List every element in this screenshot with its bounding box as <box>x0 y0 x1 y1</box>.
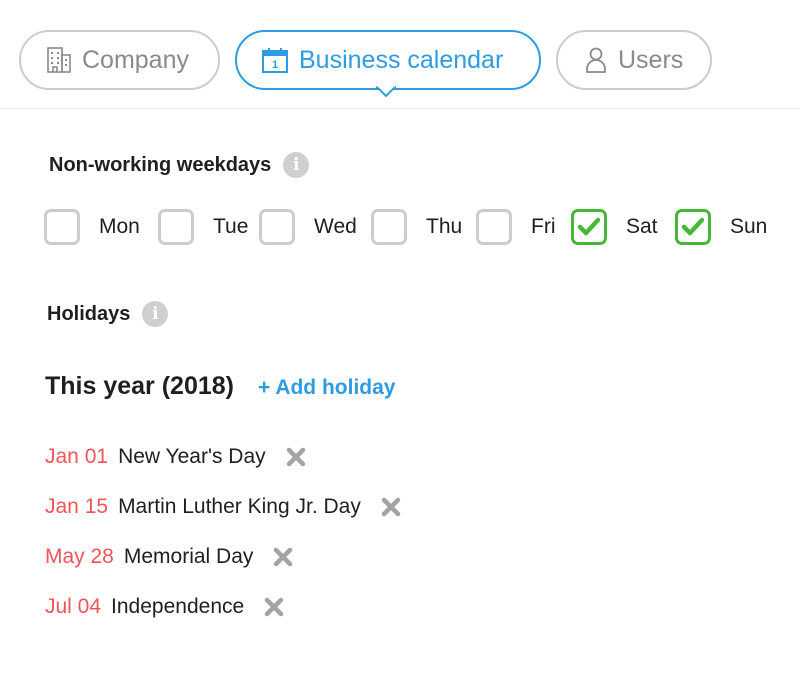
active-tab-pointer <box>376 86 396 98</box>
weekday-wed[interactable]: Wed <box>259 207 357 247</box>
weekday-mon[interactable]: Mon <box>44 207 140 247</box>
holiday-date: Jan 15 <box>45 495 109 518</box>
checkbox[interactable] <box>158 209 194 245</box>
calendar-icon-day: 1 <box>272 59 278 71</box>
holidays-section-title: Holidays i <box>47 301 169 327</box>
year-title: This year (2018) <box>45 372 234 400</box>
weekdays-section-title: Non-working weekdays i <box>49 152 310 178</box>
weekday-thu[interactable]: Thu <box>371 207 462 247</box>
holiday-name: Memorial Day <box>123 545 254 568</box>
checkmark-icon <box>681 217 705 236</box>
holiday-item: Jul 04 Independence <box>45 582 401 632</box>
tab-company[interactable]: Company <box>19 30 220 90</box>
delete-icon[interactable] <box>381 497 401 517</box>
delete-icon[interactable] <box>264 597 284 617</box>
info-icon[interactable]: i <box>142 301 169 327</box>
tab-bar: Company 1 Business calendar Users <box>0 0 800 108</box>
holiday-date: Jul 04 <box>45 595 102 618</box>
holiday-item: Jan 01 New Year's Day <box>45 432 401 482</box>
checkbox-checked[interactable] <box>675 209 711 245</box>
checkbox[interactable] <box>371 209 407 245</box>
holiday-date: May 28 <box>45 545 114 568</box>
building-icon <box>46 46 72 74</box>
weekday-label: Fri <box>531 215 556 238</box>
weekday-tue[interactable]: Tue <box>158 207 248 247</box>
holiday-date: Jan 01 <box>45 445 109 468</box>
year-header: This year (2018) + Add holiday <box>45 372 395 401</box>
holiday-name: Martin Luther King Jr. Day <box>118 495 361 518</box>
holiday-item: May 28 Memorial Day <box>45 532 401 582</box>
holidays-title-text: Holidays <box>47 302 131 325</box>
weekday-label: Sat <box>626 215 658 238</box>
user-icon <box>584 46 608 74</box>
tab-users[interactable]: Users <box>556 30 712 90</box>
delete-icon[interactable] <box>273 547 293 567</box>
weekday-sat[interactable]: Sat <box>571 207 658 247</box>
checkmark-icon <box>577 217 601 236</box>
holiday-list: Jan 01 New Year's Day Jan 15 Martin Luth… <box>45 432 401 632</box>
checkbox-checked[interactable] <box>571 209 607 245</box>
tab-company-label: Company <box>82 45 189 74</box>
checkbox[interactable] <box>259 209 295 245</box>
weekday-label: Sun <box>730 215 768 238</box>
header-divider <box>0 108 800 109</box>
weekday-label: Tue <box>213 215 249 238</box>
weekdays-title-text: Non-working weekdays <box>49 153 272 176</box>
tab-business-calendar-label: Business calendar <box>299 45 504 74</box>
holiday-name: New Year's Day <box>118 445 266 468</box>
checkbox[interactable] <box>476 209 512 245</box>
weekday-label: Mon <box>99 215 140 238</box>
tab-business-calendar[interactable]: 1 Business calendar <box>235 30 541 90</box>
add-holiday-button[interactable]: + Add holiday <box>258 376 395 400</box>
weekday-label: Wed <box>314 215 357 238</box>
weekday-fri[interactable]: Fri <box>476 207 556 247</box>
delete-icon[interactable] <box>286 447 306 467</box>
holiday-name: Independence <box>111 595 245 618</box>
info-icon[interactable]: i <box>283 152 310 178</box>
tab-users-label: Users <box>618 45 684 74</box>
weekday-sun[interactable]: Sun <box>675 207 767 247</box>
holiday-item: Jan 15 Martin Luther King Jr. Day <box>45 482 401 532</box>
checkbox[interactable] <box>44 209 80 245</box>
calendar-icon: 1 <box>261 46 289 74</box>
weekday-label: Thu <box>426 215 463 238</box>
